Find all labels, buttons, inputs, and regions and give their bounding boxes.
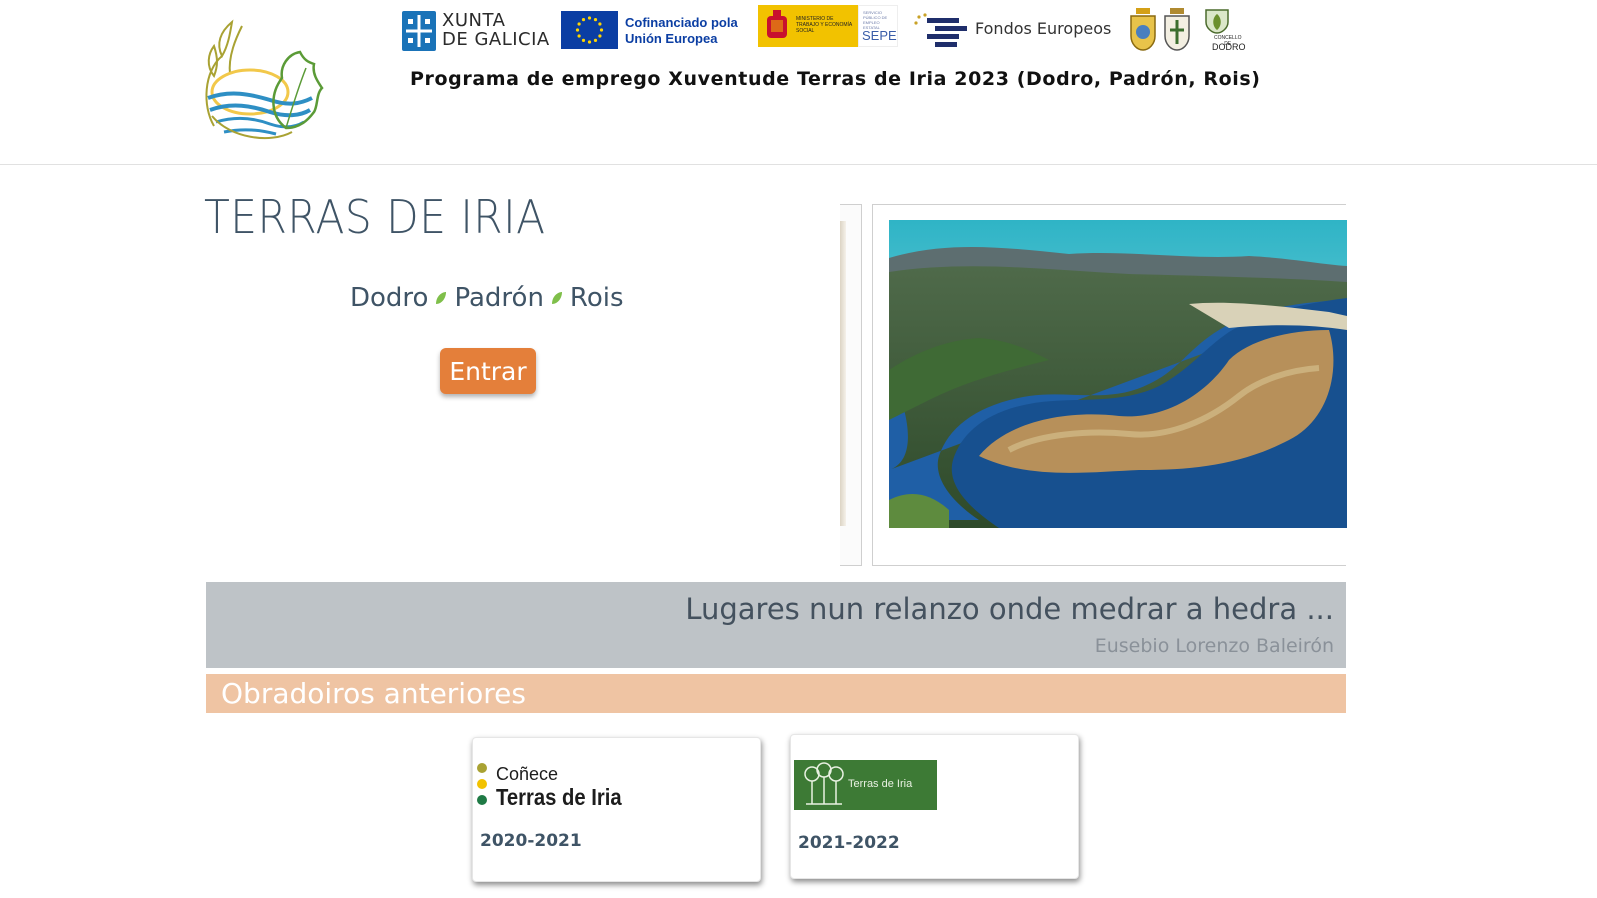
- ministerio-label: MINISTERIO DE TRABAJO Y ECONOMÍA SOCIAL: [796, 16, 852, 34]
- enter-button[interactable]: Entrar: [440, 348, 536, 394]
- tree-group-icon: [804, 762, 844, 805]
- eu-cofinanced-logo[interactable]: Cofinanciado pola Unión Europea: [561, 11, 741, 51]
- eu-line1: Cofinanciado pola: [625, 15, 738, 30]
- section-title: Obradoiros anteriores: [221, 677, 526, 710]
- quote-band: Lugares nun relanzo onde medrar a hedra …: [206, 582, 1346, 668]
- page-title: TERRAS DE IRIA: [204, 190, 546, 244]
- card-year: 2021-2022: [798, 833, 900, 853]
- xunta-line2: DE GALICIA: [442, 29, 550, 50]
- fondos-europeos-label: Fondos Europeos: [975, 19, 1112, 38]
- terras-de-iria-logo-icon[interactable]: [200, 16, 330, 144]
- spain-coat-of-arms-icon: [767, 10, 787, 38]
- terras-de-iria-green-logo: Terras de Iria: [794, 760, 937, 810]
- leaf-separator-icon: [551, 292, 562, 304]
- dodro-crest-icon: [1205, 9, 1229, 34]
- terras-logo-text: Terras de Iria: [848, 778, 913, 790]
- xunta-line1: XUNTA: [442, 10, 506, 31]
- eu-flag-icon: [561, 11, 618, 49]
- fondos-europeos-icon: [914, 13, 967, 47]
- leaf-separator-icon: [436, 292, 447, 304]
- towns-list: Dodro Padrón Rois: [350, 283, 624, 313]
- program-title: Programa de emprego Xuventude Terras de …: [410, 68, 1261, 90]
- sepe-small-label: SERVICIO PÚBLICO DE EMPLEO ESTATAL: [863, 10, 888, 30]
- site-header: XUNTA DE GALICIA Cofinanciado pola Unión…: [0, 0, 1597, 165]
- sepe-label: SEPE: [862, 28, 897, 43]
- municipal-crests[interactable]: DODRO CONCELLO DE: [1128, 6, 1246, 52]
- fondos-europeos-logo[interactable]: Fondos Europeos: [913, 12, 1113, 48]
- sepe-panel: SERVICIO PÚBLICO DE EMPLEO ESTATAL SEPE: [858, 5, 898, 47]
- xunta-de-galicia-logo[interactable]: XUNTA DE GALICIA: [402, 11, 550, 51]
- eu-line2: Unión Europea: [625, 31, 718, 46]
- ministerio-panel: MINISTERIO DE TRABAJO Y ECONOMÍA SOCIAL: [758, 5, 858, 47]
- xunta-emblem-icon: [402, 11, 436, 51]
- town-rois: Rois: [569, 283, 624, 313]
- conece-big-text: Terras de Iria: [496, 784, 622, 810]
- river-landscape-image: [889, 220, 1347, 528]
- quote-author: Eusebio Lorenzo Baleirón: [1094, 635, 1334, 657]
- conece-small-text: Coñece: [496, 764, 559, 784]
- town-dodro: Dodro: [350, 283, 429, 313]
- ministerio-sepe-logo[interactable]: MINISTERIO DE TRABAJO Y ECONOMÍA SOCIAL …: [758, 5, 898, 47]
- conece-terras-de-iria-logo: Coñece Terras de Iria: [476, 762, 646, 810]
- rois-crest-icon: [1164, 8, 1190, 51]
- conece-dots-icon: [477, 763, 487, 805]
- workshop-card-2020-2021[interactable]: Coñece Terras de Iria 2020-2021: [472, 737, 761, 882]
- concello-label: CONCELLO DE: [1214, 35, 1242, 47]
- card-year: 2020-2021: [480, 831, 582, 851]
- town-padron: Padrón: [454, 283, 544, 313]
- workshop-card-2021-2022[interactable]: Terras de Iria 2021-2022: [790, 734, 1079, 879]
- padron-crest-icon: [1130, 8, 1156, 51]
- hero-slider[interactable]: [872, 204, 1347, 566]
- eu-text: Cofinanciado pola Unión Europea: [625, 15, 738, 47]
- xunta-wordmark: XUNTA DE GALICIA: [442, 11, 550, 49]
- slider-previous-slide[interactable]: [840, 204, 862, 566]
- quote-text: Lugares nun relanzo onde medrar a hedra …: [685, 592, 1334, 626]
- previous-workshops-header: Obradoiros anteriores: [206, 674, 1346, 713]
